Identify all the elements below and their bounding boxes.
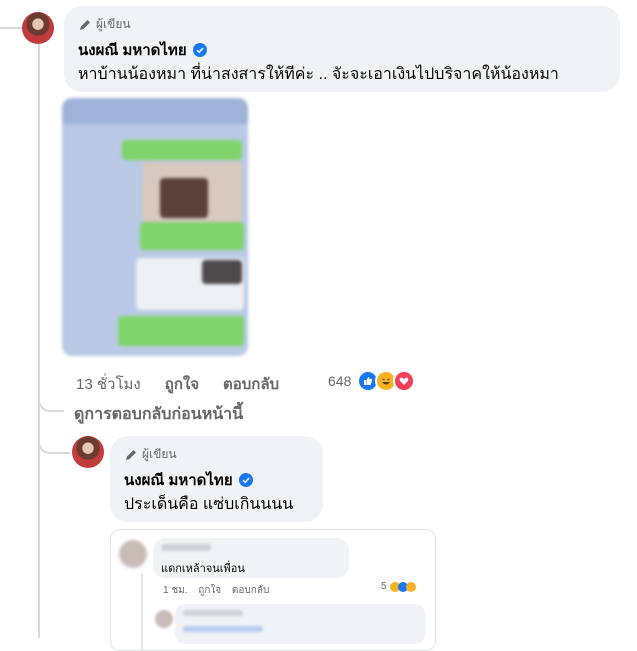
avatar[interactable] xyxy=(22,12,54,44)
verified-badge-icon xyxy=(238,473,253,487)
comment-bubble: ผู้เขียน นงผณี มหาดไทย หาบ้านน้องหมา ที่… xyxy=(64,6,620,92)
thread-connector-view-previous xyxy=(38,396,64,412)
embedded-reaction-count: 5 xyxy=(381,581,387,592)
author-badge-label: ผู้เขียน xyxy=(96,17,131,31)
embedded-like-label: ถูกใจ xyxy=(198,585,222,596)
comment-actions: 13 ชั่วโมง ถูกใจ ตอบกลับ xyxy=(76,372,303,396)
comment-author-row: นงผณี มหาดไทย xyxy=(78,38,207,62)
embedded-reply-label: ตอบกลับ xyxy=(231,585,270,596)
avatar xyxy=(119,540,147,568)
comment-text: ประเด็นคือ แซ่บเกินนนน xyxy=(124,496,294,513)
avatar[interactable] xyxy=(72,436,104,468)
view-previous-replies-link[interactable]: ดูการตอบกลับก่อนหน้านี้ xyxy=(74,402,243,427)
reaction-count: 648 xyxy=(328,373,352,389)
comment-bubble: ผู้เขียน นงผณี มหาดไทย ประเด็นคือ แซ่บเก… xyxy=(110,436,323,522)
embedded-timestamp: 1 ชม. xyxy=(163,585,188,596)
embedded-comment-text: แดกเหล้าจนเพื่อน xyxy=(161,563,245,575)
comment-photo[interactable] xyxy=(62,98,248,356)
author-badge: ผู้เขียน xyxy=(124,445,177,464)
reaction-summary[interactable]: 648 xyxy=(328,370,416,392)
author-badge: ผู้เขียน xyxy=(78,15,131,34)
pencil-icon xyxy=(124,448,138,462)
comment-author-name[interactable]: นงผณี มหาดไทย xyxy=(124,468,233,492)
comment-author-name[interactable]: นงผณี มหาดไทย xyxy=(78,38,187,62)
verified-badge-icon xyxy=(192,43,207,57)
reply-button[interactable]: ตอบกลับ xyxy=(223,372,279,396)
author-badge-label: ผู้เขียน xyxy=(142,447,177,461)
pencil-icon xyxy=(78,18,92,32)
comment-screenshot-image[interactable]: แดกเหล้าจนเพื่อน 1 ชม. ถูกใจ ตอบกลับ 5 xyxy=(110,529,436,651)
comment-author-row: นงผณี มหาดไทย xyxy=(124,468,253,492)
wow-icon xyxy=(405,581,416,592)
comment-timestamp[interactable]: 13 ชั่วโมง xyxy=(76,372,141,396)
embedded-comment-actions: 1 ชม. ถูกใจ ตอบกลับ xyxy=(163,583,269,598)
thread-connector-reply xyxy=(38,436,70,454)
thread-line-main xyxy=(38,44,40,638)
comment-text: หาบ้านน้องหมา ที่น่าสงสารให้ทีค่ะ .. จัะ… xyxy=(78,66,559,83)
embedded-reaction-summary: 5 xyxy=(381,581,416,592)
like-button[interactable]: ถูกใจ xyxy=(165,372,199,396)
thread-line-top-stub xyxy=(0,27,22,29)
love-icon xyxy=(393,370,416,392)
